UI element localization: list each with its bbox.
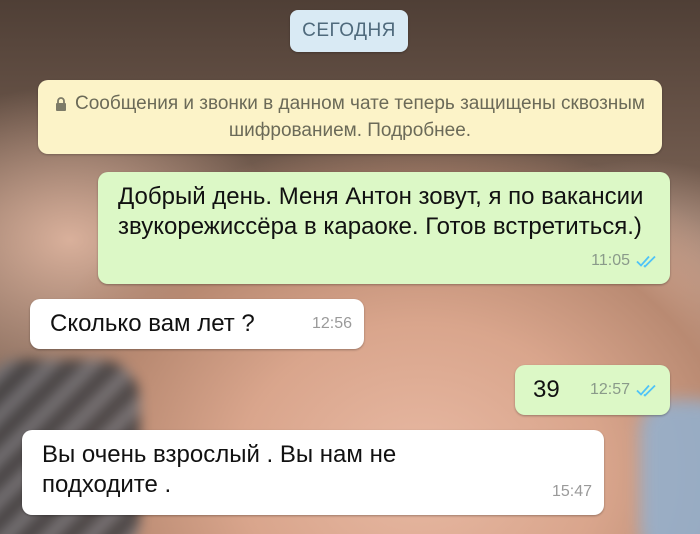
message-text: Сколько вам лет ? — [50, 310, 255, 337]
message-time: 12:56 — [311, 315, 352, 332]
message-time: 15:47 — [551, 483, 592, 500]
message-meta: 12:56 — [312, 309, 352, 339]
message-meta: 11:05 — [591, 246, 658, 276]
message-bubble-incoming[interactable]: Сколько вам лет ? 12:56 — [30, 299, 364, 349]
encryption-notice[interactable]: Сообщения и звонки в данном чате теперь … — [38, 80, 662, 154]
lock-icon — [55, 97, 66, 111]
date-chip: СЕГОДНЯ — [290, 10, 408, 52]
date-chip-label: СЕГОДНЯ — [302, 20, 396, 41]
message-meta: 15:47 — [552, 477, 592, 507]
message-text: Вы очень взрослый . Вы нам не подходите … — [42, 441, 397, 498]
double-check-icon — [636, 255, 656, 268]
message-time: 11:05 — [591, 252, 630, 269]
wallpaper-blanket-right — [640, 400, 700, 534]
message-bubble-incoming[interactable]: Вы очень взрослый . Вы нам не подходите … — [22, 430, 604, 515]
encryption-notice-text: Сообщения и звонки в данном чате теперь … — [74, 93, 645, 141]
message-meta: 12:57 — [590, 375, 658, 405]
message-bubble-outgoing[interactable]: Добрый день. Меня Антон зовут, я по вака… — [98, 172, 670, 284]
message-time: 12:57 — [589, 381, 630, 398]
message-text: Добрый день. Меня Антон зовут, я по вака… — [118, 183, 644, 240]
message-bubble-outgoing[interactable]: 39 12:57 — [515, 365, 670, 415]
message-text: 39 — [533, 376, 560, 403]
double-check-icon — [636, 384, 656, 397]
